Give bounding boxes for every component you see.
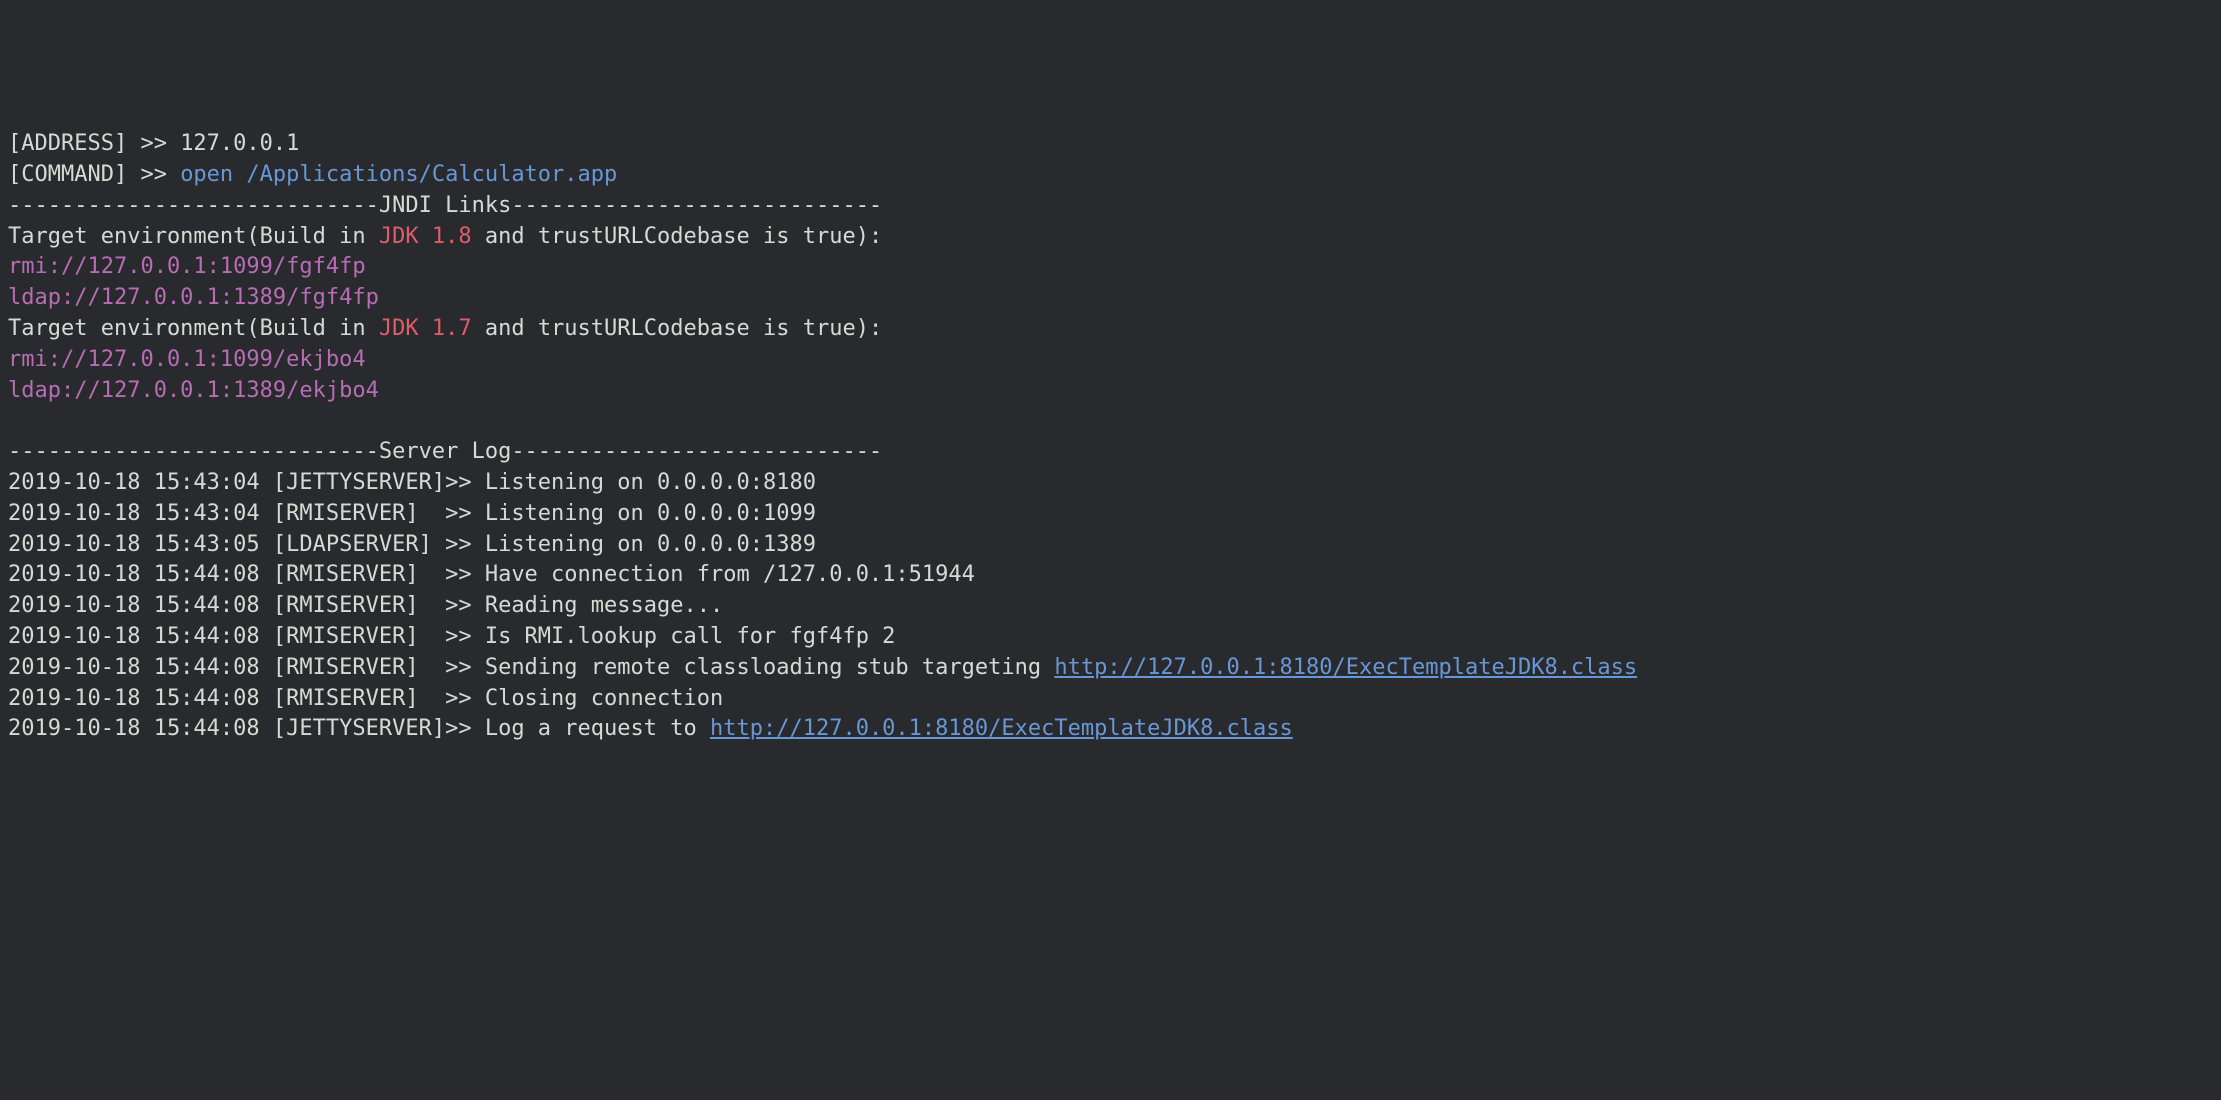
- log-url-6[interactable]: http://127.0.0.1:8180/ExecTemplateJDK8.c…: [1054, 655, 1637, 680]
- server-log-line: 2019-10-18 15:44:08 [RMISERVER] >> Readi…: [8, 591, 2213, 622]
- server-log-line: 2019-10-18 15:44:08 [RMISERVER] >> Sendi…: [8, 653, 2213, 684]
- blank-line: [8, 406, 2213, 437]
- log-text-6: 2019-10-18 15:44:08 [RMISERVER] >> Sendi…: [8, 655, 1054, 680]
- target18-suffix: and trustURLCodebase is true):: [472, 224, 883, 249]
- server-log-line: 2019-10-18 15:43:04 [RMISERVER] >> Liste…: [8, 499, 2213, 530]
- log-text-3: 2019-10-18 15:44:08 [RMISERVER] >> Have …: [8, 562, 975, 587]
- server-log-line: 2019-10-18 15:44:08 [RMISERVER] >> Have …: [8, 560, 2213, 591]
- log-text-0: 2019-10-18 15:43:04 [JETTYSERVER]>> List…: [8, 470, 816, 495]
- target17-rmi-link: rmi://127.0.0.1:1099/ekjbo4: [8, 347, 366, 372]
- terminal-line: ldap://127.0.0.1:1389/fgf4fp: [8, 283, 2213, 314]
- command-value: open /Applications/Calculator.app: [180, 162, 617, 187]
- address-prompt-label: [ADDRESS] >>: [8, 131, 180, 156]
- terminal-line: [COMMAND] >> open /Applications/Calculat…: [8, 160, 2213, 191]
- jndi-links-header: ----------------------------JNDI Links--…: [8, 193, 882, 218]
- terminal-line: ldap://127.0.0.1:1389/ekjbo4: [8, 376, 2213, 407]
- target17-prefix: Target environment(Build in: [8, 316, 379, 341]
- terminal-line: rmi://127.0.0.1:1099/ekjbo4: [8, 345, 2213, 376]
- log-url-8[interactable]: http://127.0.0.1:8180/ExecTemplateJDK8.c…: [710, 716, 1293, 741]
- target18-ldap-link: ldap://127.0.0.1:1389/fgf4fp: [8, 285, 379, 310]
- terminal-line: rmi://127.0.0.1:1099/fgf4fp: [8, 252, 2213, 283]
- log-text-7: 2019-10-18 15:44:08 [RMISERVER] >> Closi…: [8, 686, 723, 711]
- terminal-line: ----------------------------JNDI Links--…: [8, 191, 2213, 222]
- server-log-line: 2019-10-18 15:43:05 [LDAPSERVER] >> List…: [8, 530, 2213, 561]
- target18-jdk: JDK 1.8: [379, 224, 472, 249]
- target17-suffix: and trustURLCodebase is true):: [472, 316, 883, 341]
- log-text-4: 2019-10-18 15:44:08 [RMISERVER] >> Readi…: [8, 593, 723, 618]
- terminal-line: Target environment(Build in JDK 1.8 and …: [8, 222, 2213, 253]
- log-text-1: 2019-10-18 15:43:04 [RMISERVER] >> Liste…: [8, 501, 816, 526]
- target18-rmi-link: rmi://127.0.0.1:1099/fgf4fp: [8, 254, 366, 279]
- server-log-line: 2019-10-18 15:44:08 [RMISERVER] >> Closi…: [8, 684, 2213, 715]
- target18-prefix: Target environment(Build in: [8, 224, 379, 249]
- server-log-line: 2019-10-18 15:44:08 [JETTYSERVER]>> Log …: [8, 714, 2213, 745]
- terminal-line: Target environment(Build in JDK 1.7 and …: [8, 314, 2213, 345]
- log-text-8: 2019-10-18 15:44:08 [JETTYSERVER]>> Log …: [8, 716, 710, 741]
- command-prompt-label: [COMMAND] >>: [8, 162, 180, 187]
- log-text-5: 2019-10-18 15:44:08 [RMISERVER] >> Is RM…: [8, 624, 895, 649]
- terminal-line: ----------------------------Server Log--…: [8, 437, 2213, 468]
- address-value: 127.0.0.1: [180, 131, 299, 156]
- target17-ldap-link: ldap://127.0.0.1:1389/ekjbo4: [8, 378, 379, 403]
- terminal-line: [ADDRESS] >> 127.0.0.1: [8, 129, 2213, 160]
- server-log-line: 2019-10-18 15:44:08 [RMISERVER] >> Is RM…: [8, 622, 2213, 653]
- log-text-2: 2019-10-18 15:43:05 [LDAPSERVER] >> List…: [8, 532, 816, 557]
- server-log-line: 2019-10-18 15:43:04 [JETTYSERVER]>> List…: [8, 468, 2213, 499]
- server-log-header: ----------------------------Server Log--…: [8, 439, 882, 464]
- target17-jdk: JDK 1.7: [379, 316, 472, 341]
